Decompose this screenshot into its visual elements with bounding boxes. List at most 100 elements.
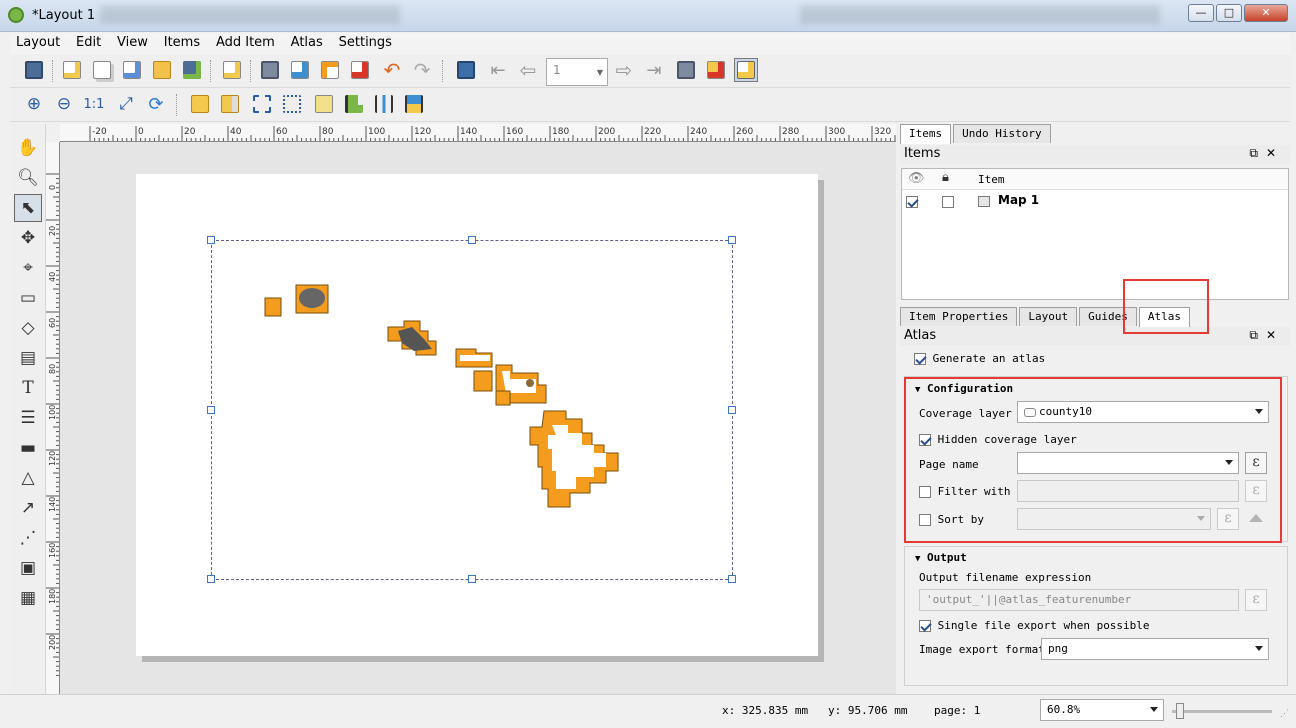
- zoom-slider-handle[interactable]: [1176, 703, 1184, 719]
- resize-icon[interactable]: [402, 92, 426, 116]
- duplicate-layout-icon[interactable]: [90, 58, 114, 82]
- raise-items-icon[interactable]: [312, 92, 336, 116]
- tab-atlas[interactable]: Atlas: [1138, 307, 1190, 327]
- move-content-icon[interactable]: ✥: [14, 224, 42, 252]
- zoom-tool-icon[interactable]: 🔍︎: [14, 164, 42, 192]
- tab-guides[interactable]: Guides: [1079, 307, 1137, 326]
- sort-checkbox[interactable]: [919, 514, 931, 526]
- menu-edit[interactable]: Edit: [70, 33, 107, 52]
- zoom-in-icon[interactable]: ⊕: [22, 92, 46, 116]
- page-name-expression-button[interactable]: ε: [1245, 452, 1267, 474]
- layout-page[interactable]: [136, 174, 818, 656]
- output-filename-input[interactable]: 'output_'||@atlas_featurenumber: [919, 589, 1239, 611]
- minimize-button[interactable]: —: [1188, 4, 1214, 22]
- zoom-full-icon[interactable]: ⤢: [114, 92, 138, 116]
- resize-handle-e[interactable]: [728, 406, 736, 414]
- output-filename-expression-button[interactable]: ε: [1245, 589, 1267, 611]
- map-item[interactable]: [207, 236, 736, 583]
- add-polyline-icon[interactable]: ⋰: [14, 524, 42, 552]
- edit-nodes-icon[interactable]: ⌖: [14, 254, 42, 282]
- lock-checkbox[interactable]: [942, 196, 954, 208]
- generate-atlas-row[interactable]: Generate an atlas: [914, 352, 1045, 365]
- new-page-icon[interactable]: [220, 58, 244, 82]
- previous-feature-icon[interactable]: ⇦: [516, 58, 540, 82]
- sort-combo[interactable]: [1017, 508, 1211, 530]
- items-table[interactable]: 👁︎ 🔒︎ Item Map 1: [901, 168, 1289, 300]
- group-items-icon[interactable]: [250, 92, 274, 116]
- menu-settings[interactable]: Settings: [333, 33, 398, 52]
- add-html-icon[interactable]: ▣: [14, 554, 42, 582]
- page-name-combo[interactable]: [1017, 452, 1239, 474]
- align-left-icon[interactable]: [342, 92, 366, 116]
- hidden-coverage-row[interactable]: Hidden coverage layer: [919, 433, 1077, 446]
- coverage-layer-combo[interactable]: county10: [1017, 401, 1269, 423]
- export-svg-icon[interactable]: [318, 58, 342, 82]
- maximize-button[interactable]: □: [1216, 4, 1242, 22]
- add-legend-icon[interactable]: ☰: [14, 404, 42, 432]
- collapse-icon[interactable]: ▼: [915, 385, 920, 395]
- close-panel-icon[interactable]: ✕: [1266, 328, 1284, 342]
- distribute-icon[interactable]: [372, 92, 396, 116]
- single-file-row[interactable]: Single file export when possible: [919, 619, 1150, 632]
- add-scalebar-icon[interactable]: ▬: [14, 434, 42, 462]
- collapse-icon[interactable]: ▼: [915, 554, 920, 564]
- atlas-settings-icon[interactable]: [734, 58, 758, 82]
- redo-icon[interactable]: ↷: [410, 58, 434, 82]
- undo-icon[interactable]: ↶: [380, 58, 404, 82]
- filter-input[interactable]: [1017, 480, 1239, 502]
- size-grip-icon[interactable]: ⋰: [1280, 709, 1289, 719]
- resize-handle-ne[interactable]: [728, 236, 736, 244]
- add-page-icon[interactable]: ▭: [14, 284, 42, 312]
- tab-item-properties[interactable]: Item Properties: [900, 307, 1018, 326]
- tab-undo-history[interactable]: Undo History: [953, 124, 1051, 143]
- output-header[interactable]: ▼ Output: [915, 551, 967, 564]
- zoom-out-icon[interactable]: ⊖: [52, 92, 76, 116]
- export-atlas-icon[interactable]: [704, 58, 728, 82]
- filter-row[interactable]: Filter with: [919, 485, 1010, 498]
- first-feature-icon[interactable]: ⇤: [486, 58, 510, 82]
- lock-items-icon[interactable]: [188, 92, 212, 116]
- layout-manager-icon[interactable]: [120, 58, 144, 82]
- zoom-slider-track[interactable]: [1172, 710, 1272, 713]
- menu-view[interactable]: View: [111, 33, 154, 52]
- atlas-page-spinbox[interactable]: 1 ▼: [546, 58, 608, 86]
- resize-handle-se[interactable]: [728, 575, 736, 583]
- save-template-icon[interactable]: [180, 58, 204, 82]
- table-row[interactable]: Map 1: [902, 190, 1288, 212]
- menu-add-item[interactable]: Add Item: [210, 33, 281, 52]
- close-button[interactable]: ✕: [1244, 4, 1288, 22]
- resize-handle-sw[interactable]: [207, 575, 215, 583]
- close-panel-icon[interactable]: ✕: [1266, 146, 1284, 160]
- float-icon[interactable]: ⧉: [1249, 146, 1266, 160]
- resize-handle-n[interactable]: [468, 236, 476, 244]
- visibility-checkbox[interactable]: [906, 196, 918, 208]
- open-template-icon[interactable]: [150, 58, 174, 82]
- print-atlas-icon[interactable]: [674, 58, 698, 82]
- add-shape-icon[interactable]: △: [14, 464, 42, 492]
- sort-ascending-icon[interactable]: [1249, 514, 1263, 522]
- generate-atlas-checkbox[interactable]: [914, 353, 926, 365]
- unlock-items-icon[interactable]: [218, 92, 242, 116]
- zoom-combo[interactable]: 60.8%: [1040, 699, 1164, 721]
- add-table-icon[interactable]: ▦: [14, 584, 42, 612]
- zoom-actual-icon[interactable]: 1:1: [82, 92, 106, 116]
- hidden-coverage-checkbox[interactable]: [919, 434, 931, 446]
- export-pdf-icon[interactable]: [348, 58, 372, 82]
- menu-layout[interactable]: Layout: [10, 33, 66, 52]
- last-feature-icon[interactable]: ⇥: [642, 58, 666, 82]
- tab-items[interactable]: Items: [900, 124, 952, 144]
- filter-checkbox[interactable]: [919, 486, 931, 498]
- save-icon[interactable]: [22, 58, 46, 82]
- next-feature-icon[interactable]: ⇨: [612, 58, 636, 82]
- atlas-preview-icon[interactable]: [454, 58, 478, 82]
- menu-items[interactable]: Items: [158, 33, 206, 52]
- export-image-icon[interactable]: [288, 58, 312, 82]
- image-format-combo[interactable]: png: [1041, 638, 1269, 660]
- filter-expression-button[interactable]: ε: [1245, 480, 1267, 502]
- float-icon[interactable]: ⧉: [1249, 328, 1266, 342]
- pan-tool-icon[interactable]: ✋: [14, 134, 42, 162]
- refresh-icon[interactable]: ⟳: [144, 92, 168, 116]
- resize-handle-nw[interactable]: [207, 236, 215, 244]
- print-icon[interactable]: [258, 58, 282, 82]
- add-3d-map-icon[interactable]: ◇: [14, 314, 42, 342]
